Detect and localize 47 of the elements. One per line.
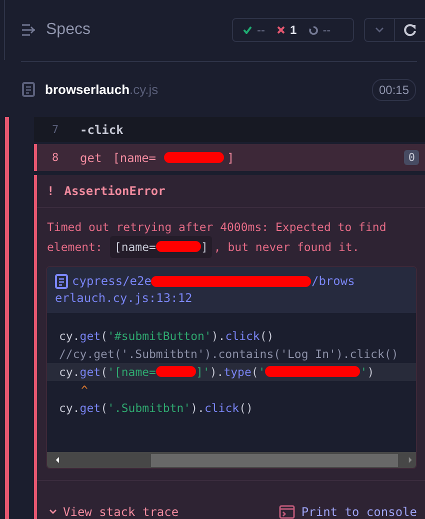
- code-text: [name=: [114, 240, 156, 254]
- spec-name: browserlauch: [45, 82, 130, 97]
- code-line: cy.get('.Submitbtn').click(): [58, 400, 254, 417]
- command-text: [name=: [112, 150, 156, 164]
- count-badge: 0: [404, 150, 419, 165]
- error-message: element:: [47, 239, 102, 256]
- code-text: ]: [200, 240, 208, 254]
- file-icon: [22, 82, 35, 97]
- redaction-mark: [156, 241, 201, 252]
- duration-badge: 00:15: [372, 78, 416, 100]
- file-path-link[interactable]: /brows: [311, 273, 355, 290]
- chevron-icon: [49, 509, 57, 515]
- scrollbar-thumb[interactable]: [150, 454, 398, 466]
- stat-count: 1: [290, 23, 297, 37]
- spinner-icon: [308, 26, 318, 34]
- code-line: //cy.get('.Submitbtn').contains('Log In').click(): [58, 346, 400, 363]
- reload-icon: [403, 23, 417, 37]
- command-text: get: [80, 150, 102, 164]
- error-mark: !: [47, 184, 54, 198]
- redaction-mark: [164, 152, 224, 163]
- command-row[interactable]: 8 get [name= ] 0: [34, 144, 425, 171]
- terminal-icon: [279, 505, 296, 519]
- code-line: cy.get('#submitButton').click(): [58, 328, 275, 345]
- line-number: 7: [51, 123, 60, 136]
- cross-icon: [277, 26, 285, 34]
- chevron-icon: [375, 27, 384, 33]
- code-line: ^: [80, 382, 89, 399]
- stat-count: --: [322, 23, 331, 37]
- error-message: Timed out retrying after 4000ms: Expected to find: [47, 219, 386, 236]
- stack-trace-button[interactable]: View stack trace: [49, 505, 179, 519]
- stat-count: --: [257, 23, 265, 37]
- check-icon: [243, 26, 252, 34]
- command-text: ]: [227, 150, 234, 164]
- command-row[interactable]: 7 -click: [34, 117, 425, 142]
- panel-title: Specs: [46, 21, 90, 39]
- error-message: , but never found it.: [214, 239, 360, 256]
- scrollbar[interactable]: [47, 452, 416, 468]
- file-icon: [55, 274, 68, 289]
- spec-extension: .cy.js: [130, 82, 158, 97]
- menu-icon[interactable]: [22, 24, 36, 36]
- command-text: -click: [80, 122, 124, 136]
- redaction-mark: [156, 366, 196, 377]
- error-title: AssertionError: [64, 184, 166, 198]
- file-path-link[interactable]: erlauch.cy.js:13:12: [55, 290, 192, 307]
- print-console-button[interactable]: Print to console: [279, 505, 417, 519]
- file-path-link[interactable]: cypress/e2e: [72, 273, 152, 290]
- line-number: 8: [51, 151, 60, 164]
